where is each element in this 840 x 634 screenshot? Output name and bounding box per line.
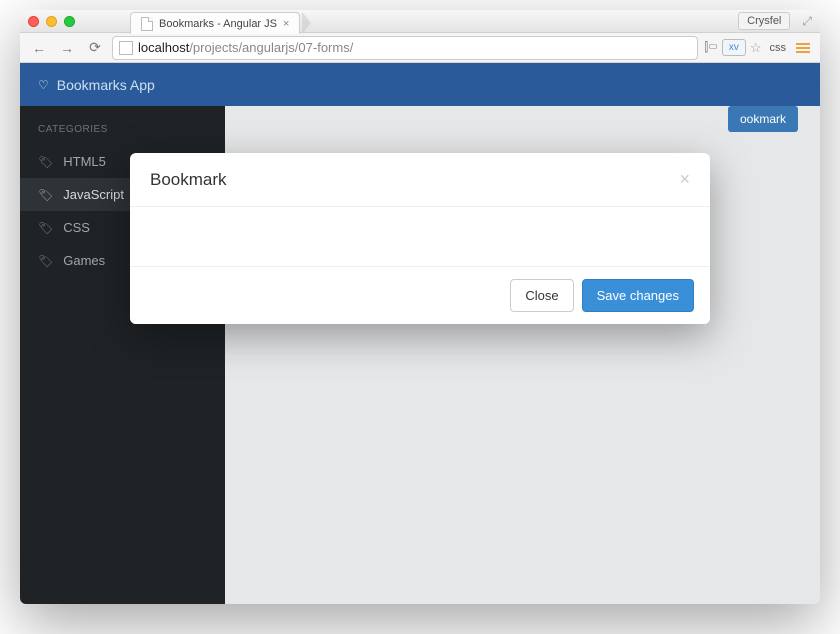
modal-header: Bookmark × (130, 153, 710, 207)
modal-body (130, 207, 710, 267)
browser-window: Bookmarks - Angular JS × Crysfel ⤢ ← → ⟳… (20, 10, 820, 604)
tab-strip: Bookmarks - Angular JS × (130, 12, 311, 33)
tab-close-icon[interactable]: × (283, 18, 289, 30)
window-titlebar: Bookmarks - Angular JS × Crysfel ⤢ (20, 10, 820, 33)
extension-xv[interactable]: xv (722, 39, 746, 56)
browser-tab[interactable]: Bookmarks - Angular JS × (130, 12, 300, 34)
bookmark-modal: Bookmark × Close Save changes (130, 153, 710, 324)
url-host: localhost (138, 40, 189, 55)
traffic-lights (28, 16, 75, 27)
back-button[interactable]: ← (28, 37, 50, 59)
browser-toolbar: ← → ⟳ localhost/projects/angularjs/07-fo… (20, 33, 820, 63)
window-close-button[interactable] (28, 16, 39, 27)
fullscreen-icon[interactable]: ⤢ (802, 14, 812, 29)
close-button[interactable]: Close (510, 279, 573, 312)
forward-button[interactable]: → (56, 37, 78, 59)
profile-button[interactable]: Crysfel (738, 12, 790, 30)
address-bar[interactable]: localhost/projects/angularjs/07-forms/ (112, 36, 698, 60)
window-zoom-button[interactable] (64, 16, 75, 27)
toolbar-right: ⫿▭ xv ☆ css (704, 39, 812, 56)
url-display: localhost/projects/angularjs/07-forms/ (138, 40, 353, 55)
chrome-menu-icon[interactable] (794, 41, 812, 55)
bookmark-star-icon[interactable]: ☆ (750, 40, 762, 56)
device-toolbar-icon[interactable]: ⫿▭ (704, 40, 717, 55)
new-tab-button[interactable] (302, 12, 311, 34)
modal-backdrop[interactable]: Bookmark × Close Save changes (20, 63, 820, 604)
modal-footer: Close Save changes (130, 267, 710, 324)
save-button[interactable]: Save changes (582, 279, 694, 312)
reload-button[interactable]: ⟳ (84, 37, 106, 59)
window-minimize-button[interactable] (46, 16, 57, 27)
url-path: /projects/angularjs/07-forms/ (189, 40, 353, 55)
page-viewport: ♡ Bookmarks App CATEGORIES 🏷 HTML5 🏷 Jav… (20, 63, 820, 604)
modal-close-icon[interactable]: × (679, 169, 690, 190)
page-icon (141, 17, 153, 31)
site-info-icon[interactable] (119, 41, 133, 55)
extension-css[interactable]: css (766, 40, 791, 56)
modal-title: Bookmark (150, 170, 227, 190)
tab-title: Bookmarks - Angular JS (159, 18, 277, 30)
